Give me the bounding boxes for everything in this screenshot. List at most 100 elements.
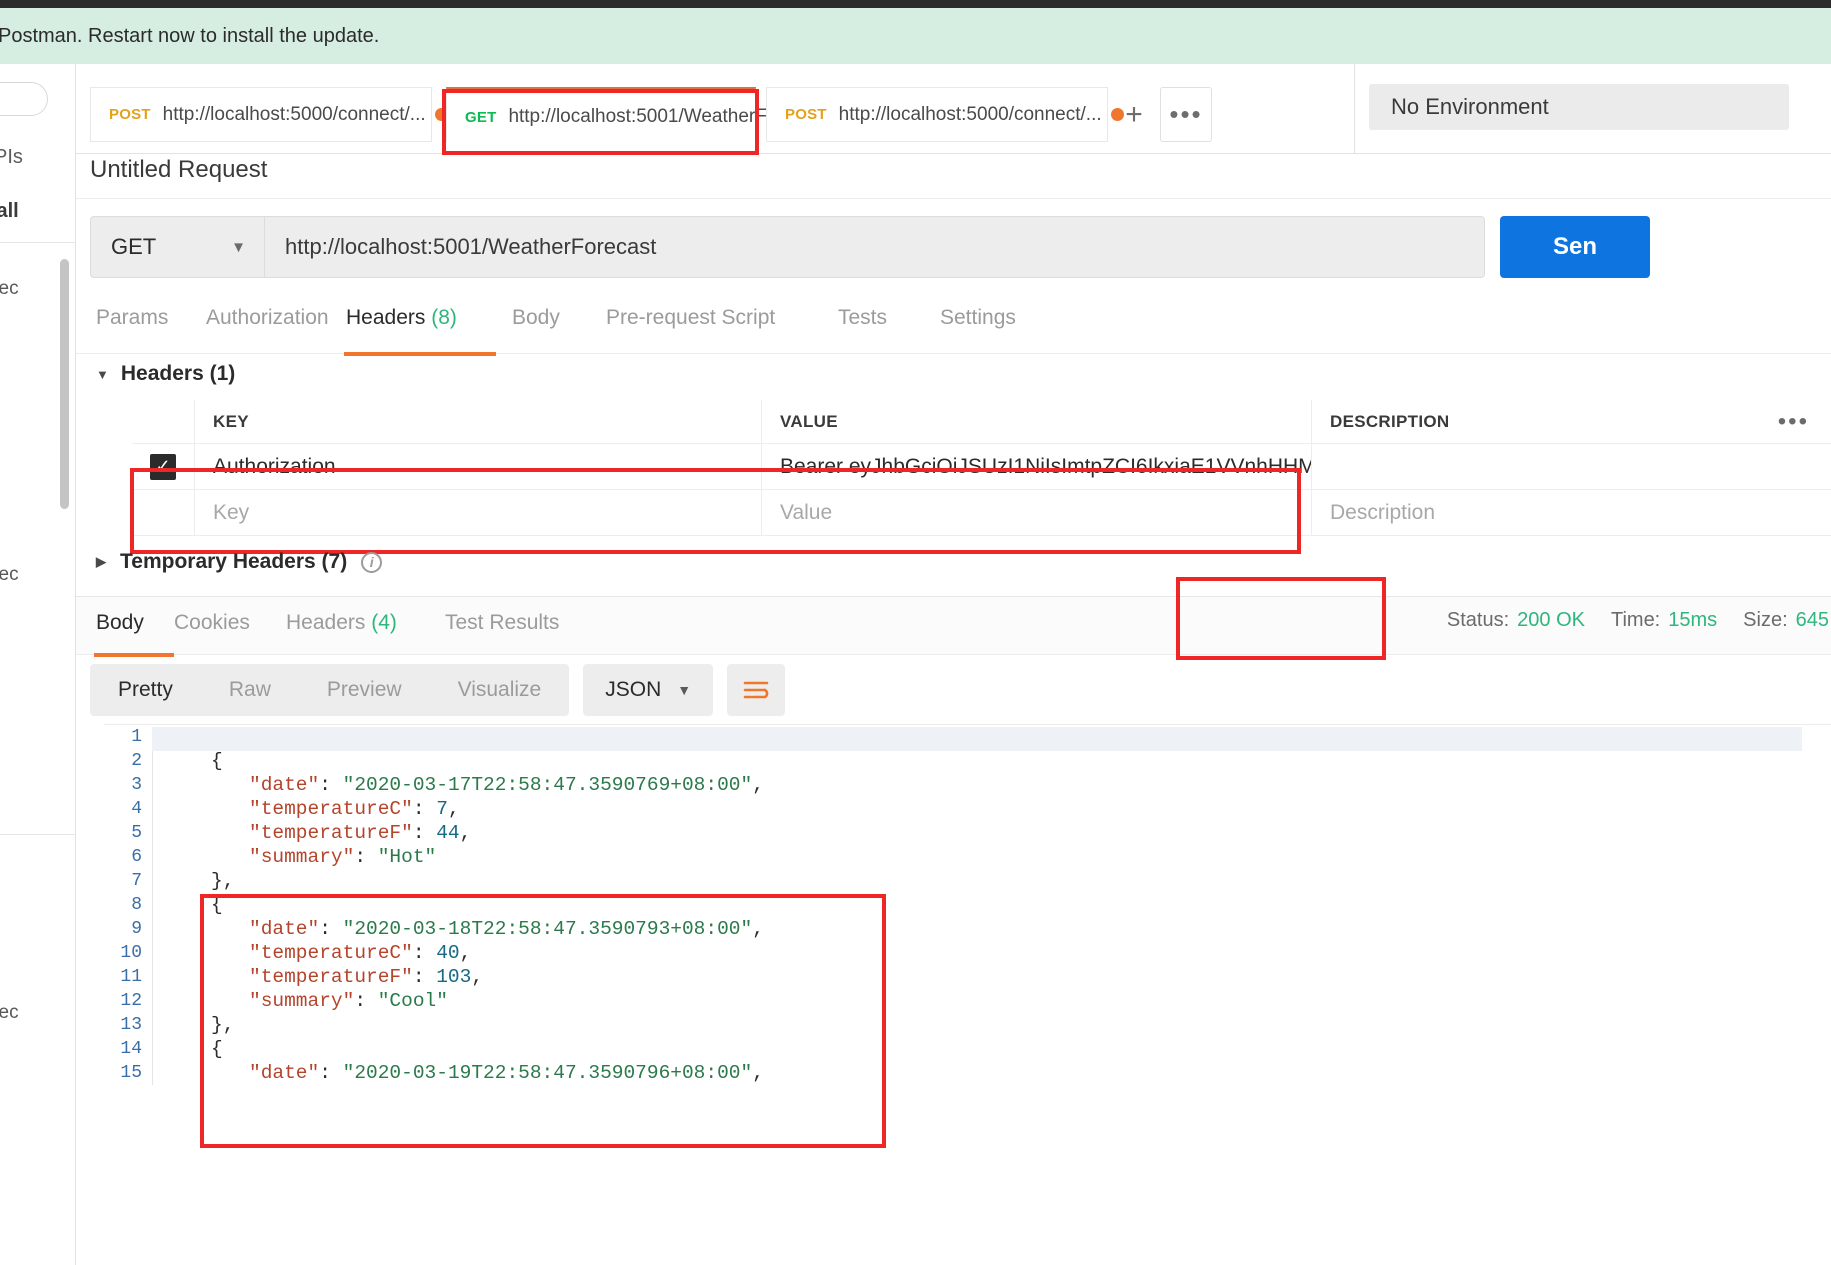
json-token-key: "summary": [249, 846, 355, 868]
sidebar-history-item[interactable]: oke: [0, 635, 1, 657]
active-line-highlight: [152, 727, 1802, 751]
request-tab-url: http://localhost:5001/WeatherF...: [508, 106, 781, 127]
json-token-punc: ,: [447, 798, 460, 820]
request-tab-1[interactable]: POST http://localhost:5000/connect/...: [90, 87, 448, 142]
json-line: 12 "summary": "Cool": [104, 989, 1831, 1013]
json-token-punc: :: [412, 966, 437, 988]
content-type-select[interactable]: JSON ▼: [583, 664, 714, 716]
content-type-value: JSON: [605, 678, 662, 701]
line-number: 3: [131, 775, 142, 795]
sidebar-history-item[interactable]: oke: [0, 707, 1, 729]
request-tab-method: POST: [785, 106, 827, 123]
sidebar-history-item[interactable]: oke: [0, 859, 1, 881]
column-key: KEY: [213, 411, 249, 431]
table-row[interactable]: ✓ Authorization Bearer eyJhbGciOiJSUzI1N…: [132, 444, 1831, 490]
json-token-punc: :: [354, 846, 378, 868]
header-key[interactable]: Authorization: [213, 455, 336, 479]
tab-tests[interactable]: Tests: [838, 306, 887, 330]
json-token-key: "date": [249, 1062, 320, 1084]
view-raw-button[interactable]: Raw: [201, 664, 299, 716]
temporary-headers-section[interactable]: ▶ Temporary Headers (7) i: [96, 550, 383, 574]
sidebar-scrollbar[interactable]: [60, 259, 69, 509]
sidebar-history-item[interactable]: oke: [0, 931, 1, 953]
json-line: 5 "temperatureF": 44,: [104, 821, 1831, 845]
url-input[interactable]: [265, 217, 1484, 277]
header-key-placeholder[interactable]: Key: [213, 501, 249, 525]
tab-headers-label: Headers: [346, 306, 426, 329]
response-tab-headers[interactable]: Headers (4): [286, 611, 397, 635]
tab-authorization[interactable]: Authorization: [206, 306, 329, 330]
json-line: 14 {: [104, 1037, 1831, 1061]
tab-pre-request-script[interactable]: Pre-request Script: [606, 306, 775, 330]
response-tab-body[interactable]: Body: [96, 611, 144, 635]
json-token-punc: {: [211, 750, 223, 772]
json-line: 13},: [104, 1013, 1831, 1037]
tab-params[interactable]: Params: [96, 306, 168, 330]
response-view-buttons: Pretty Raw Preview Visualize: [90, 664, 570, 716]
chevron-right-icon: ▶: [96, 554, 106, 569]
sidebar-clear-all-button[interactable]: ar all: [0, 200, 19, 223]
response-tab-headers-count: (4): [371, 611, 397, 634]
tab-headers[interactable]: Headers (8): [346, 306, 457, 330]
headers-bulk-edit-button[interactable]: •••: [1778, 408, 1809, 436]
json-line: 15 "date": "2020-03-19T22:58:47.3590796+0…: [104, 1061, 1831, 1085]
view-preview-button[interactable]: Preview: [299, 664, 430, 716]
sidebar-history-item[interactable]: oke: [0, 349, 1, 371]
tab-options-button[interactable]: •••: [1160, 87, 1212, 142]
line-number: 10: [120, 943, 142, 963]
sidebar-history-item[interactable]: oke: [0, 421, 1, 443]
headers-section-title: Headers (1): [120, 362, 236, 385]
json-line: 3 "date": "2020-03-17T22:58:47.3590769+08…: [104, 773, 1831, 797]
json-line-content: "summary": "Cool": [152, 989, 448, 1013]
json-line: 4 "temperatureC": 7,: [104, 797, 1831, 821]
headers-section-header[interactable]: ▼ Headers (1): [96, 362, 235, 386]
wrap-lines-button[interactable]: [727, 664, 786, 716]
response-tab-test-results[interactable]: Test Results: [445, 611, 559, 635]
json-token-punc: ,: [459, 942, 472, 964]
request-tab-2[interactable]: GET http://localhost:5001/WeatherF...: [446, 87, 803, 142]
header-enabled-checkbox[interactable]: ✓: [150, 453, 176, 480]
sidebar-history-item[interactable]: Forec: [0, 1002, 19, 1024]
headers-table: KEY VALUE DESCRIPTION ••• ✓ Authorizatio…: [132, 400, 1831, 536]
json-token-punc: },: [211, 870, 235, 892]
sidebar-history-item[interactable]: Forec: [0, 278, 19, 300]
json-token-key: "temperatureF": [249, 966, 413, 988]
sidebar-history-item[interactable]: Forec: [0, 564, 19, 586]
header-description-placeholder[interactable]: Description: [1330, 501, 1435, 525]
view-pretty-button[interactable]: Pretty: [90, 664, 201, 716]
table-row-placeholder[interactable]: Key Value Description: [132, 490, 1831, 536]
header-value[interactable]: Bearer eyJhbGciOiJSUzI1NiIsImtpZCI6Ikxia…: [780, 455, 1311, 479]
line-number: 15: [120, 1063, 142, 1083]
send-button[interactable]: Sen: [1500, 216, 1650, 278]
info-icon[interactable]: i: [361, 551, 383, 573]
sidebar-apis-label[interactable]: PIs: [0, 146, 23, 169]
http-method-select[interactable]: GET ▼: [91, 217, 265, 277]
request-tab-3[interactable]: POST http://localhost:5000/connect/...: [766, 87, 1124, 142]
status-label: Status:: [1446, 609, 1510, 631]
line-number: 11: [120, 967, 142, 987]
header-value-placeholder[interactable]: Value: [780, 501, 832, 525]
response-tab-cookies[interactable]: Cookies: [174, 611, 250, 635]
request-title[interactable]: Untitled Request: [90, 156, 267, 184]
wrap-lines-icon: [743, 681, 769, 699]
time-label: Time:: [1610, 609, 1661, 631]
tab-settings[interactable]: Settings: [940, 306, 1016, 330]
sidebar-search-input[interactable]: [0, 82, 48, 116]
json-line: 11 "temperatureF": 103,: [104, 965, 1831, 989]
response-body-viewer[interactable]: 1[2{3"date": "2020-03-17T22:58:47.359076…: [104, 724, 1831, 1265]
sidebar-history-item[interactable]: oke: [0, 492, 1, 514]
json-lines-container: 1[2{3"date": "2020-03-17T22:58:47.359076…: [104, 725, 1831, 1085]
tab-body[interactable]: Body: [512, 306, 560, 330]
new-tab-button[interactable]: +: [1108, 87, 1160, 142]
json-line-content: },: [152, 1013, 234, 1037]
request-tab-url: http://localhost:5000/connect/...: [162, 103, 426, 125]
response-meta: Status: 200 OK Time: 15ms Size: 645: [1447, 609, 1831, 632]
headers-table-header-row: KEY VALUE DESCRIPTION •••: [132, 400, 1831, 444]
environment-select[interactable]: No Environment: [1369, 84, 1789, 130]
json-line-content: {: [152, 893, 223, 917]
http-method-value: GET: [111, 234, 157, 259]
json-token-key: "date": [249, 918, 320, 940]
size-value: 645: [1795, 609, 1829, 631]
json-token-punc: {: [211, 1038, 223, 1060]
view-visualize-button[interactable]: Visualize: [430, 664, 570, 716]
